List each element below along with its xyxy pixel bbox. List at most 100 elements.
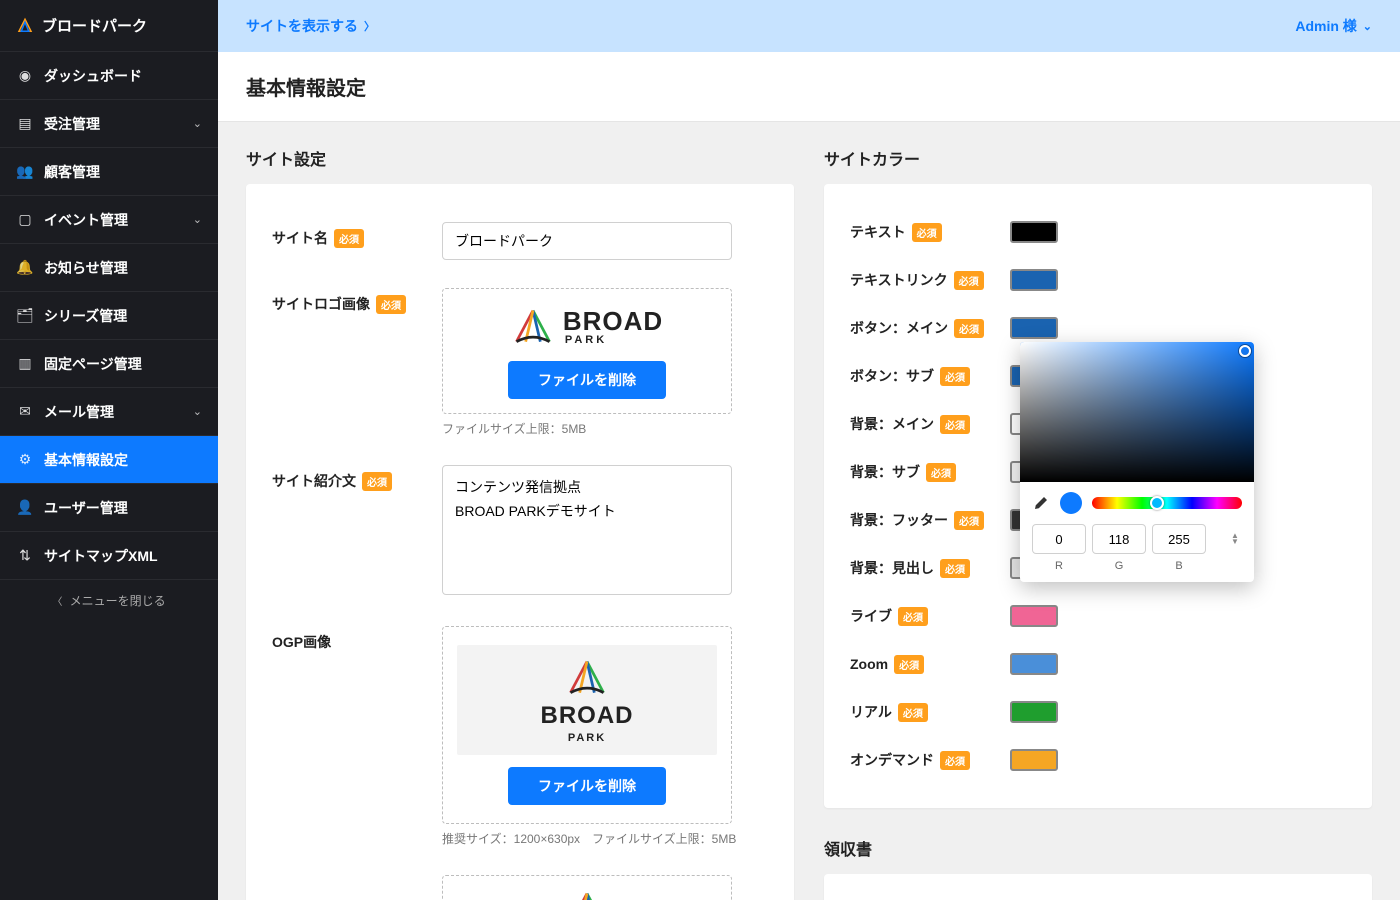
list-icon: ▤ [16, 115, 34, 133]
logo-mark-icon [565, 656, 609, 700]
sidebar-item-label: 固定ページ管理 [44, 354, 202, 374]
color-picker-sv[interactable] [1020, 342, 1254, 482]
sidebar-item-label: ユーザー管理 [44, 498, 202, 518]
sidebar-item-2[interactable]: 👥顧客管理 [0, 148, 218, 196]
required-badge: 必須 [898, 703, 928, 722]
ogp-hint: 推奨サイズ：1200×630px ファイルサイズ上限：5MB [442, 830, 768, 847]
user-cog-icon: 👤 [16, 499, 34, 517]
required-badge: 必須 [940, 415, 970, 434]
logo-label: サイトロゴ画像 [272, 294, 370, 314]
color-row-10: リアル必須 [850, 688, 1346, 736]
color-row-label: 背景：メイン [850, 414, 934, 434]
logo-text: BROAD [563, 308, 663, 334]
required-badge: 必須 [926, 463, 956, 482]
color-swatch[interactable] [1010, 221, 1058, 243]
sidebar-item-label: 顧客管理 [44, 162, 202, 182]
color-mode-toggle[interactable]: ▲▼ [1228, 529, 1242, 549]
sidebar-item-6[interactable]: ▥ 固定ページ管理 [0, 340, 218, 388]
sidebar-item-5[interactable]: 🗂シリーズ管理 [0, 292, 218, 340]
sidebar-item-10[interactable]: ⇅ サイトマップXML [0, 532, 218, 580]
intro-label: サイト紹介文 [272, 471, 356, 491]
page-title: 基本情報設定 [218, 52, 1400, 122]
sidebar-close[interactable]: 〈 メニューを閉じる [0, 580, 218, 621]
required-badge: 必須 [894, 655, 924, 674]
user-menu[interactable]: Admin 様 ⌄ [1295, 16, 1372, 36]
logo-mark-icon [511, 305, 555, 349]
eyedropper-icon[interactable] [1032, 494, 1050, 512]
mail-icon: ✉ [16, 403, 34, 421]
sidebar-item-label: ダッシュボード [44, 66, 202, 86]
color-swatch[interactable] [1010, 749, 1058, 771]
extra-preview [457, 886, 717, 900]
color-swatch[interactable] [1010, 605, 1058, 627]
site-name-input[interactable] [442, 222, 732, 260]
color-row-9: Zoom必須 [850, 640, 1346, 688]
color-swatch[interactable] [1010, 269, 1058, 291]
sidebar-item-label: サイトマップXML [44, 546, 202, 566]
color-picker-b-input[interactable] [1152, 524, 1206, 554]
site-color-title: サイトカラー [824, 146, 1372, 170]
color-swatch[interactable] [1010, 317, 1058, 339]
required-badge: 必須 [940, 751, 970, 770]
ogp-delete-button[interactable]: ファイルを削除 [508, 767, 666, 805]
sidebar-item-0[interactable]: ◉ダッシュボード [0, 52, 218, 100]
required-badge: 必須 [376, 295, 406, 314]
color-picker-g-input[interactable] [1092, 524, 1146, 554]
required-badge: 必須 [334, 229, 364, 248]
color-row-label: テキスト [850, 222, 906, 242]
color-row-label: ボタン：サブ [850, 366, 934, 386]
sidebar-item-label: イベント管理 [44, 210, 193, 230]
calendar-icon: ▢ [16, 211, 34, 229]
sitemap-icon: ⇅ [16, 547, 34, 565]
color-picker-sv-cursor [1239, 345, 1251, 357]
user-name: Admin 様 [1295, 16, 1356, 36]
sidebar-nav: ◉ダッシュボード▤受注管理⌄👥顧客管理▢イベント管理⌄🔔お知らせ管理🗂シリーズ管… [0, 52, 218, 580]
sidebar-item-9[interactable]: 👤 ユーザー管理 [0, 484, 218, 532]
sidebar-item-8[interactable]: ⚙基本情報設定 [0, 436, 218, 484]
color-picker-b-label: B [1152, 560, 1206, 572]
brand[interactable]: ブロードパーク [0, 0, 218, 52]
color-swatch[interactable] [1010, 653, 1058, 675]
required-badge: 必須 [362, 472, 392, 491]
required-badge: 必須 [954, 271, 984, 290]
logo-hint: ファイルサイズ上限：5MB [442, 420, 768, 437]
sidebar: ブロードパーク ◉ダッシュボード▤受注管理⌄👥顧客管理▢イベント管理⌄🔔お知らせ… [0, 0, 218, 900]
color-row-8: ライブ必須 [850, 592, 1346, 640]
required-badge: 必須 [898, 607, 928, 626]
page-icon: ▥ [16, 355, 34, 373]
receipt-title: 領収書 [824, 836, 1372, 860]
sidebar-item-1[interactable]: ▤受注管理⌄ [0, 100, 218, 148]
sidebar-item-label: メール管理 [44, 402, 193, 422]
logo-delete-button[interactable]: ファイルを削除 [508, 361, 666, 399]
color-row-label: オンデマンド [850, 750, 934, 770]
folder-icon: 🗂 [16, 307, 34, 325]
logo-preview: BROAD PARK [457, 303, 717, 351]
required-badge: 必須 [912, 223, 942, 242]
color-row-label: テキストリンク [850, 270, 948, 290]
chevron-down-icon: ⌄ [193, 213, 202, 226]
chevron-down-icon: ⌄ [1363, 20, 1372, 33]
sidebar-close-label: メニューを閉じる [70, 594, 166, 608]
color-row-1: テキストリンク必須 [850, 256, 1346, 304]
color-picker-hue[interactable] [1092, 497, 1242, 509]
sidebar-item-7[interactable]: ✉ メール管理⌄ [0, 388, 218, 436]
ogp-subtext: PARK [568, 732, 606, 744]
view-site-link[interactable]: サイトを表示する 〉 [246, 16, 375, 36]
color-row-label: 背景：フッター [850, 510, 948, 530]
ogp-preview: BROAD PARK [457, 645, 717, 755]
sidebar-item-4[interactable]: 🔔お知らせ管理 [0, 244, 218, 292]
sidebar-item-3[interactable]: ▢ イベント管理⌄ [0, 196, 218, 244]
chevron-down-icon: ⌄ [193, 405, 202, 418]
ogp-upload-box: BROAD PARK ファイルを削除 [442, 626, 732, 824]
intro-textarea[interactable] [442, 465, 732, 595]
color-picker-r-input[interactable] [1032, 524, 1086, 554]
color-row-label: ボタン：メイン [850, 318, 948, 338]
color-picker-r-label: R [1032, 560, 1086, 572]
extra-upload-box [442, 875, 732, 900]
color-swatch[interactable] [1010, 701, 1058, 723]
ogp-text: BROAD [541, 704, 634, 728]
logo-mark-icon [565, 888, 609, 900]
color-picker-hue-thumb [1150, 496, 1164, 510]
topbar: サイトを表示する 〉 Admin 様 ⌄ [218, 0, 1400, 52]
site-settings-card: サイト名 必須 サイトロゴ画像 必須 [246, 184, 794, 900]
